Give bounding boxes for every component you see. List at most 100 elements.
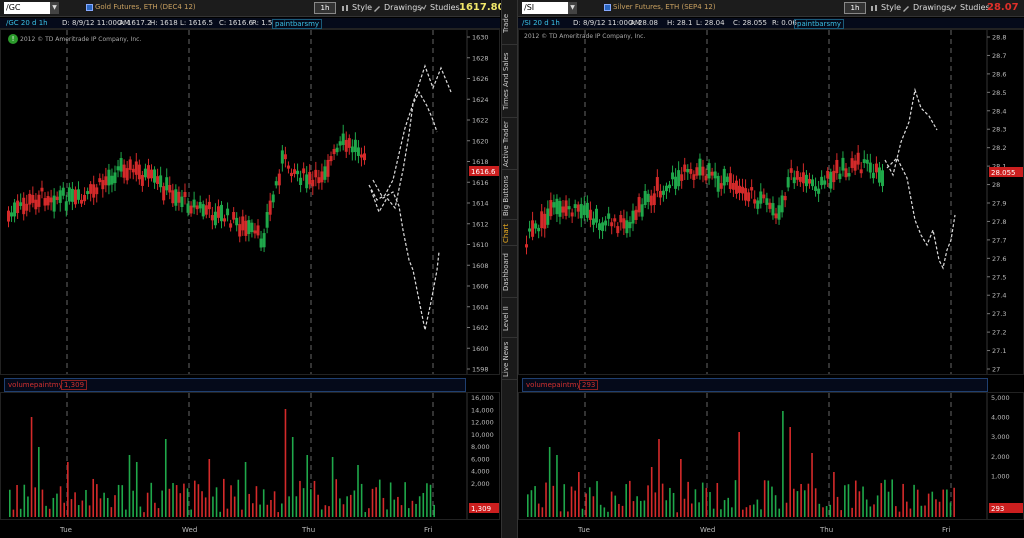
candle-body [107, 169, 111, 186]
candle-body [817, 188, 821, 194]
volume-bar [614, 495, 617, 517]
volume-study-header: volumepaintmy 293 [522, 378, 988, 392]
candle-body [579, 204, 583, 219]
price-axis-label: 27.3 [992, 310, 1006, 318]
price-chart[interactable]: 28.828.728.628.528.428.328.228.12827.927… [518, 29, 1024, 375]
candle-body [250, 222, 254, 233]
volume-bar [418, 496, 421, 517]
candle-body [189, 205, 193, 214]
aggregation-button[interactable]: 1h [844, 2, 866, 14]
tab-chart[interactable]: Chart [502, 222, 518, 246]
candle-body [16, 200, 20, 214]
candle-body [567, 206, 571, 210]
drawing-projection-line[interactable] [884, 87, 938, 177]
candle-body [177, 191, 181, 203]
study-label[interactable]: paintbarsmy [272, 19, 323, 29]
candle-body [704, 175, 708, 181]
volume-bar [23, 484, 26, 517]
volume-bar [803, 490, 806, 517]
volume-bar [574, 490, 576, 517]
pencil-icon [374, 6, 380, 12]
candle-body [674, 176, 678, 189]
volume-bar [164, 439, 167, 517]
candle-body [552, 202, 556, 208]
drawings-button[interactable]: Drawings [372, 2, 424, 14]
day-label: Fri [424, 526, 432, 534]
price-axis-label: 28.8 [992, 34, 1006, 42]
tab-dashboard[interactable]: Dashboard [502, 248, 518, 298]
volume-bar [429, 484, 432, 517]
style-button[interactable]: Style [869, 2, 904, 14]
volume-bar [16, 485, 18, 517]
volume-bar [204, 497, 207, 517]
volume-bar [712, 508, 715, 517]
volume-bar [85, 489, 87, 517]
volume-bar [687, 481, 689, 517]
symbol-dropdown-button[interactable]: ▼ [568, 2, 577, 14]
volume-axis-label: 4,000 [471, 468, 490, 476]
candle-body [637, 197, 641, 213]
studies-button[interactable]: Studies [948, 2, 993, 14]
volume-bar [38, 447, 40, 517]
volume-chart[interactable]: 5,000 4,000 3,000 2,000 1,000 293 [518, 392, 1024, 520]
volume-bar [793, 488, 795, 517]
candle-body [594, 208, 598, 223]
symbol-info-icon[interactable] [604, 4, 611, 11]
candle-body [604, 220, 608, 226]
candle-body [153, 169, 157, 183]
candle-body [46, 196, 50, 206]
candle-body [40, 187, 44, 192]
candle-body [244, 220, 248, 236]
studies-button[interactable]: Studies [418, 2, 463, 14]
volume-axis-label: 2,000 [991, 453, 1010, 461]
candle-body [58, 190, 62, 203]
volume-bar [709, 492, 711, 517]
symbol-dropdown-button[interactable]: ▼ [50, 2, 59, 14]
tab-trade[interactable]: Trade [502, 3, 518, 45]
tab-live-news[interactable]: Live News [502, 340, 518, 380]
volume-bar [767, 480, 770, 517]
tab-big-buttons[interactable]: Big Buttons [502, 172, 518, 220]
drawing-projection-line[interactable] [372, 179, 440, 331]
drawings-button[interactable]: Drawings [901, 2, 953, 14]
studies-icon [949, 4, 957, 12]
bar-close: C: 1616.6 [219, 19, 253, 27]
tab-times-and-sales[interactable]: Times And Sales [502, 46, 518, 118]
symbol-input[interactable]: /GC [4, 2, 50, 14]
volume-bar [183, 483, 185, 517]
candle-body [253, 230, 257, 234]
volume-bar [603, 507, 606, 517]
last-price: 1617.80 [459, 2, 505, 13]
volume-bar [924, 505, 926, 517]
bar-close: C: 28.055 [733, 19, 767, 27]
price-chart[interactable]: 1630 1628 1626 1624 1622 1620 1618 1616 1614 1612… [0, 29, 500, 375]
volume-bar [789, 427, 791, 517]
candle-body [570, 212, 574, 217]
aggregation-button[interactable]: 1h [314, 2, 336, 14]
style-button[interactable]: Style [340, 2, 375, 14]
candle-body [359, 154, 363, 158]
current-volume-value: 293 [991, 505, 1004, 513]
candle-body [329, 156, 333, 162]
candle-body [201, 204, 205, 217]
tab-active-trader[interactable]: Active Trader [502, 120, 518, 170]
candle-body [598, 223, 602, 231]
drawing-projection-line[interactable] [886, 156, 956, 270]
volume-chart[interactable]: 16,000 14,000 12,000 10,000 8,000 6,000 4,000 2… [0, 392, 500, 520]
time-axis: Tue Wed Thu Fri [577, 526, 950, 534]
candle-body [134, 161, 138, 175]
volume-bar [822, 507, 824, 517]
drawing-projection-line[interactable] [368, 64, 452, 201]
volume-bar [935, 499, 937, 517]
volume-bar [150, 482, 153, 517]
symbol-info-icon[interactable] [86, 4, 93, 11]
study-label[interactable]: paintbarsmy [794, 19, 845, 29]
symbol-input[interactable]: /SI [522, 2, 568, 14]
tab-level-ii[interactable]: Level II [502, 300, 518, 338]
volume-bar [223, 478, 225, 517]
candle-body [43, 198, 47, 206]
volume-bar [77, 505, 80, 517]
candle-body [280, 150, 284, 164]
leaf-icon[interactable]: ! [8, 34, 18, 44]
candle-body [811, 179, 815, 187]
